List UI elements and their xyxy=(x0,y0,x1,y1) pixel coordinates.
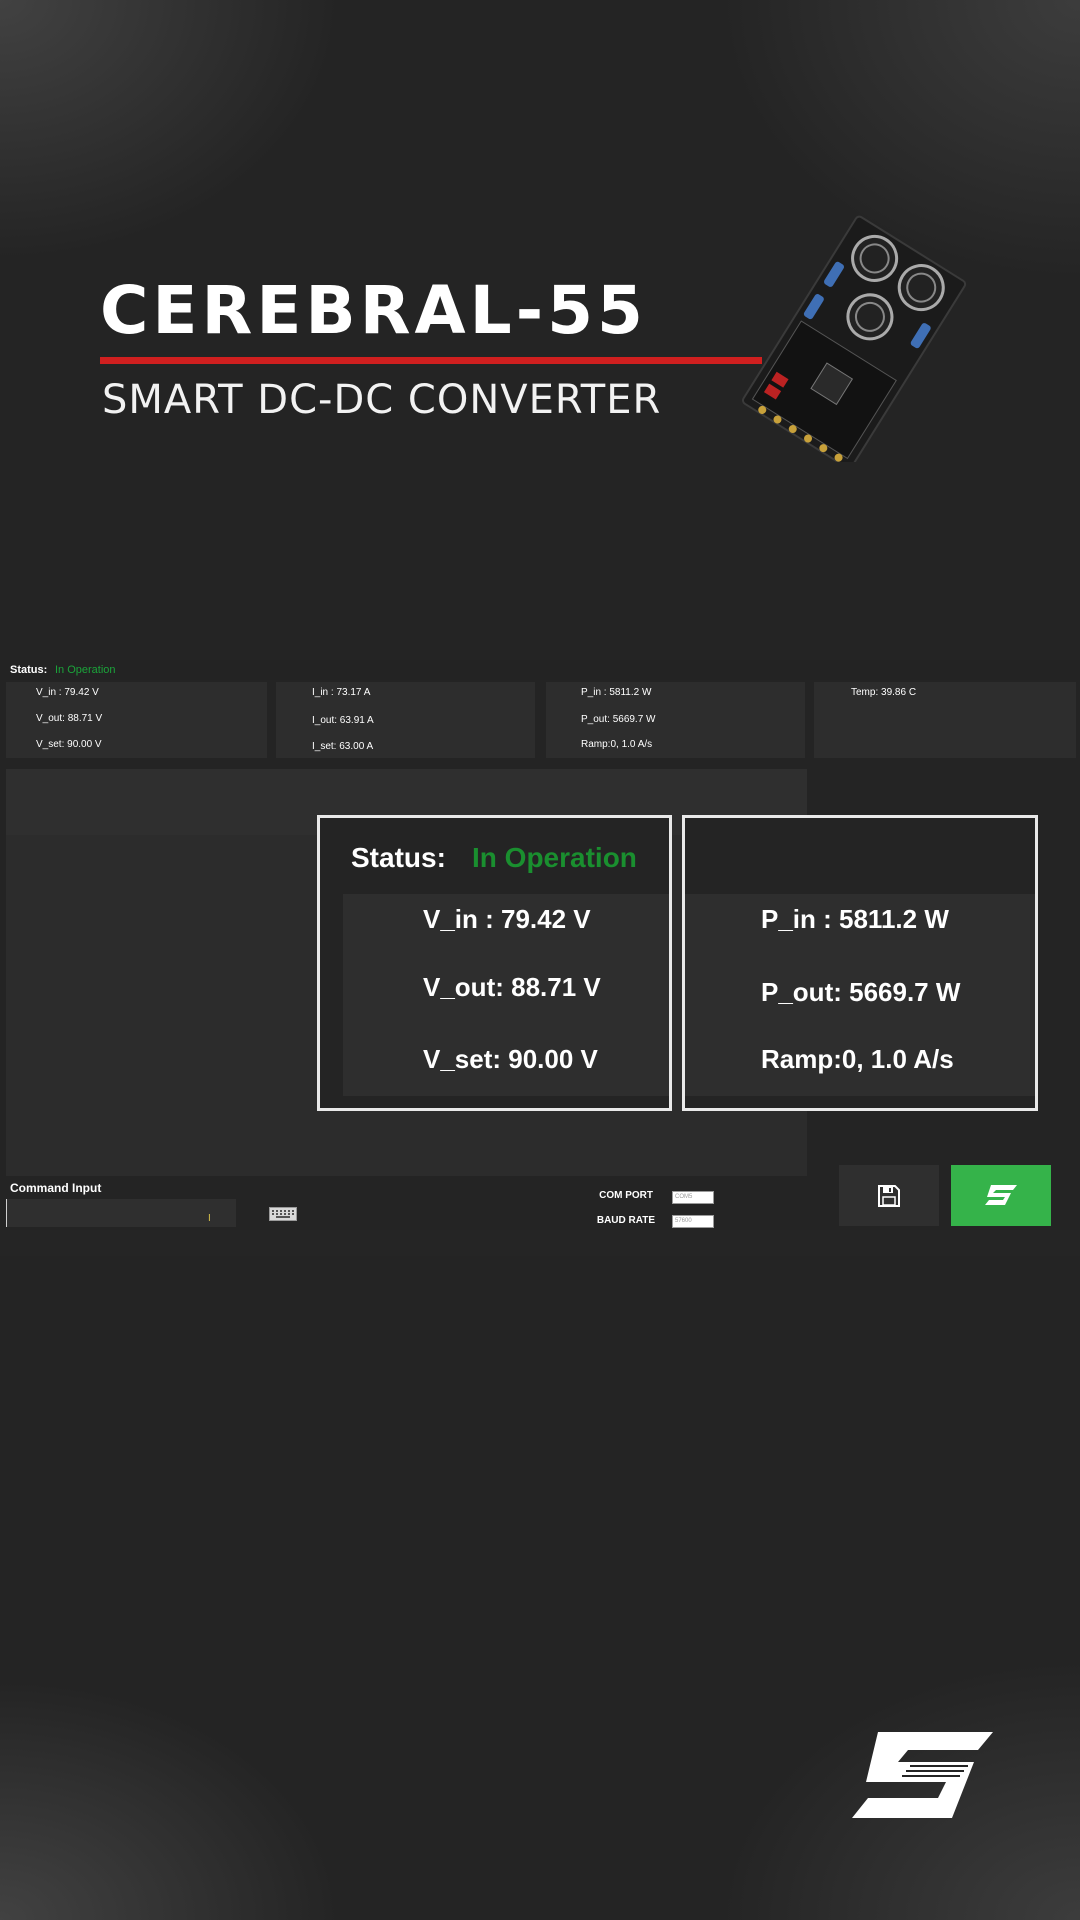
product-subtitle: SMART DC-DC CONVERTER xyxy=(102,377,662,423)
converter-board-image xyxy=(741,215,967,462)
power-display-card: P_in : 5811.2 W P_out: 5669.7 W Ramp:0, … xyxy=(682,815,1038,1111)
brand-s-logo xyxy=(852,1732,993,1818)
temperature-panel: Temp: 39.86 C xyxy=(814,682,1076,758)
status-label: Status: xyxy=(10,664,48,676)
current-set: I_set: 63.00 A xyxy=(312,741,374,752)
overlay-voltage-in: V_in : 79.42 V xyxy=(423,904,591,934)
voltage-panel: V_in : 79.42 V V_out: 88.71 V V_set: 90.… xyxy=(6,682,267,758)
current-panel: I_in : 73.17 A I_out: 63.91 A I_set: 63.… xyxy=(276,682,535,758)
power-in: P_in : 5811.2 W xyxy=(581,687,652,698)
save-button[interactable] xyxy=(839,1165,939,1226)
panel-footer-strip xyxy=(0,1230,1080,1256)
com-port-field[interactable]: COM5 xyxy=(672,1191,714,1204)
overlay-voltage-out: V_out: 88.71 V xyxy=(423,972,601,1002)
text-cursor-icon: I xyxy=(208,1213,211,1224)
brand-s-icon xyxy=(985,1185,1017,1205)
ramp-rate: Ramp:0, 1.0 A/s xyxy=(581,739,653,750)
connect-button[interactable] xyxy=(951,1165,1051,1226)
power-panel: P_in : 5811.2 W P_out: 5669.7 W Ramp:0, … xyxy=(546,682,805,758)
com-port-label: COM PORT xyxy=(599,1190,653,1201)
voltage-display-card: Status: In Operation V_in : 79.42 V V_ou… xyxy=(317,815,672,1111)
baud-rate-field[interactable]: 57600 xyxy=(672,1215,714,1228)
current-in: I_in : 73.17 A xyxy=(312,687,371,698)
command-input-label: Command Input xyxy=(10,1181,102,1195)
baud-rate-label: BAUD RATE xyxy=(596,1215,655,1226)
overlay-voltage-set: V_set: 90.00 V xyxy=(423,1044,598,1074)
status-bar: Status: In Operation xyxy=(0,660,1080,680)
product-title: CEREBRAL-55 xyxy=(100,272,647,349)
voltage-set: V_set: 90.00 V xyxy=(36,739,102,750)
save-icon xyxy=(878,1185,900,1207)
overlay-power-in: P_in : 5811.2 W xyxy=(761,904,949,934)
voltage-in: V_in : 79.42 V xyxy=(36,687,99,698)
keyboard-icon[interactable] xyxy=(269,1207,297,1221)
current-out: I_out: 63.91 A xyxy=(312,715,374,726)
overlay-status-value: In Operation xyxy=(472,842,637,873)
title-underline xyxy=(100,357,762,364)
overlay-status-label: Status: xyxy=(351,842,446,873)
power-out: P_out: 5669.7 W xyxy=(581,714,656,725)
overlay-power-out: P_out: 5669.7 W xyxy=(761,977,961,1007)
command-input[interactable] xyxy=(6,1199,236,1227)
voltage-out: V_out: 88.71 V xyxy=(36,713,103,724)
temperature-value: Temp: 39.86 C xyxy=(851,687,917,698)
overlay-ramp-rate: Ramp:0, 1.0 A/s xyxy=(761,1044,954,1074)
status-value: In Operation xyxy=(55,664,116,676)
app-window: CEREBRAL-55 SMART DC-DC CONVERTER Status… xyxy=(0,0,1080,1920)
